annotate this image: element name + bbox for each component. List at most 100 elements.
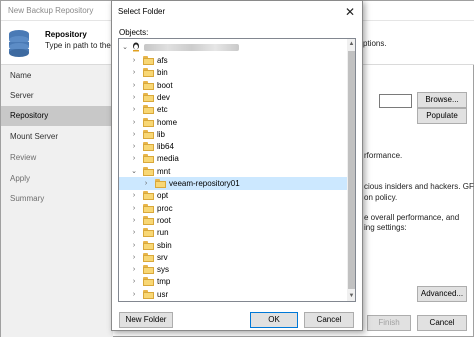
tree-item[interactable]: › run — [119, 226, 347, 239]
folder-icon — [143, 68, 154, 78]
folder-icon — [143, 240, 154, 250]
insiders-text: cious insiders and hackers. GFS — [364, 182, 474, 191]
folder-icon — [143, 215, 154, 225]
ok-button[interactable]: OK — [250, 312, 298, 328]
chevron-right-icon[interactable]: › — [130, 252, 138, 263]
new-folder-button[interactable]: New Folder — [119, 312, 173, 328]
tree-item[interactable]: › lib — [119, 128, 347, 141]
tree-scrollbar[interactable]: ▲ ▼ — [347, 39, 355, 301]
close-icon[interactable]: ✕ — [342, 4, 358, 20]
chevron-right-icon[interactable]: › — [130, 190, 138, 201]
folder-icon — [143, 228, 154, 238]
tree-item[interactable]: › sys — [119, 263, 347, 276]
tree-item[interactable]: › tmp — [119, 275, 347, 288]
chevron-right-icon[interactable]: › — [130, 203, 138, 214]
tree-item[interactable]: › opt — [119, 189, 347, 202]
chevron-right-icon[interactable]: › — [130, 276, 138, 287]
chevron-right-icon[interactable]: › — [130, 117, 138, 128]
populate-button[interactable]: Populate — [417, 108, 467, 124]
tree-item[interactable]: › dev — [119, 91, 347, 104]
folder-icon — [143, 265, 154, 275]
folder-icon — [143, 117, 154, 127]
path-input[interactable] — [379, 94, 412, 108]
tree-item-label: sbin — [157, 240, 172, 250]
folder-icon — [143, 277, 154, 287]
tree-item-label: media — [157, 154, 179, 164]
tree-item-label: lib64 — [157, 142, 174, 152]
chevron-down-icon[interactable]: ⌄ — [130, 166, 138, 177]
tree-root-row[interactable]: ⌄ — [119, 41, 347, 54]
chevron-right-icon[interactable]: › — [130, 215, 138, 226]
tree-item[interactable]: › veeam-repository01 — [119, 177, 347, 190]
folder-icon — [143, 252, 154, 262]
scroll-down-arrow-icon[interactable]: ▼ — [347, 291, 355, 301]
advanced-button[interactable]: Advanced... — [417, 286, 467, 302]
chevron-right-icon[interactable]: › — [130, 240, 138, 251]
folder-icon — [143, 105, 154, 115]
objects-label: Objects: — [119, 28, 149, 37]
sidebar-item-apply[interactable]: Apply — [10, 174, 30, 183]
chevron-right-icon[interactable]: › — [130, 55, 138, 66]
tree-item-label: bin — [157, 68, 168, 78]
tree-item[interactable]: › boot — [119, 79, 347, 92]
sidebar-item-mount-server[interactable]: Mount Server — [10, 132, 58, 141]
chevron-right-icon[interactable]: › — [130, 289, 138, 300]
chevron-right-icon[interactable]: › — [130, 67, 138, 78]
folder-icon — [143, 154, 154, 164]
tree-item[interactable]: › sbin — [119, 239, 347, 252]
sidebar-item-summary[interactable]: Summary — [10, 194, 44, 203]
tree-item-label: sys — [157, 265, 169, 275]
folder-tree[interactable]: ⌄ › afs › bin › boot › dev › etc › home › lib › lib64 › m… — [118, 38, 356, 302]
folder-icon — [155, 179, 166, 188]
sidebar-item-server[interactable]: Server — [10, 91, 34, 100]
folder-icon — [143, 289, 154, 299]
tree-item-label: mnt — [157, 166, 171, 176]
database-icon — [9, 30, 29, 57]
tree-item[interactable]: › afs — [119, 54, 347, 67]
tree-item[interactable]: › media — [119, 152, 347, 165]
tree-item-label: opt — [157, 191, 169, 201]
chevron-right-icon[interactable]: › — [142, 178, 150, 189]
tree-item[interactable]: › srv — [119, 251, 347, 264]
chevron-right-icon[interactable]: › — [130, 227, 138, 238]
cancel-button[interactable]: Cancel — [304, 312, 354, 328]
wizard-cancel-button[interactable]: Cancel — [417, 315, 467, 331]
finish-button[interactable]: Finish — [367, 315, 411, 331]
browse-button[interactable]: Browse... — [417, 92, 467, 108]
chevron-right-icon[interactable]: › — [130, 141, 138, 152]
scroll-thumb[interactable] — [348, 51, 355, 289]
sidebar-item-repository[interactable]: Repository — [1, 106, 113, 126]
wizard-sidebar: Name Server Repository Mount Server Revi… — [1, 65, 113, 337]
tree-item-label: usr — [157, 289, 169, 299]
tree-item[interactable]: › etc — [119, 103, 347, 116]
chevron-right-icon[interactable]: › — [130, 104, 138, 115]
tree-item[interactable]: › root — [119, 214, 347, 227]
tree-item-label: afs — [157, 56, 168, 65]
chevron-down-icon[interactable]: ⌄ — [121, 42, 129, 53]
sidebar-item-name[interactable]: Name — [10, 71, 31, 80]
chevron-right-icon[interactable]: › — [130, 129, 138, 140]
chevron-right-icon[interactable]: › — [130, 264, 138, 275]
folder-icon — [143, 203, 154, 213]
overall-performance-text: e overall performance, and — [364, 213, 460, 222]
folder-icon — [143, 166, 154, 176]
tree-item[interactable]: ⌄ mnt — [119, 165, 347, 178]
tree-item-label: srv — [157, 252, 168, 262]
chevron-right-icon[interactable]: › — [130, 92, 138, 103]
tree-item[interactable]: › proc — [119, 202, 347, 215]
folder-icon — [143, 56, 154, 65]
folder-icon — [143, 92, 154, 102]
wizard-heading: Repository — [45, 30, 87, 39]
tree-item-label: veeam-repository01 — [169, 179, 240, 188]
folder-icon — [143, 129, 154, 139]
scroll-up-arrow-icon[interactable]: ▲ — [347, 39, 355, 49]
tree-item-label: root — [157, 215, 171, 225]
chevron-right-icon[interactable]: › — [130, 153, 138, 164]
chevron-right-icon[interactable]: › — [130, 80, 138, 91]
tree-item[interactable]: › lib64 — [119, 140, 347, 153]
tree-item[interactable]: › usr — [119, 288, 347, 301]
wizard-subheading: Type in path to the f — [45, 41, 116, 50]
sidebar-item-review[interactable]: Review — [10, 153, 36, 162]
tree-item[interactable]: › bin — [119, 66, 347, 79]
tree-item[interactable]: › home — [119, 116, 347, 129]
